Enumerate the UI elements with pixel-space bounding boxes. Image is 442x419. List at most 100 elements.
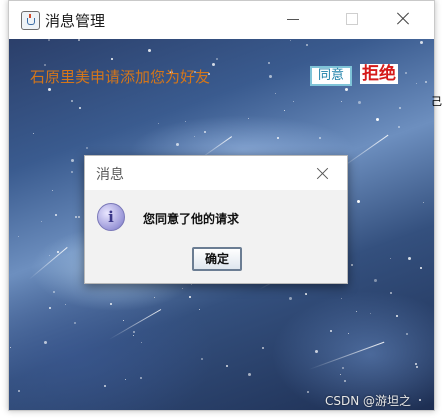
- meteor-streak: [28, 246, 68, 280]
- star: [422, 202, 424, 204]
- star: [344, 88, 348, 92]
- star: [248, 117, 250, 119]
- star: [65, 303, 67, 305]
- star: [396, 314, 399, 317]
- star: [133, 330, 136, 333]
- star: [284, 110, 286, 112]
- star: [376, 118, 380, 122]
- star: [274, 92, 276, 94]
- star: [341, 101, 343, 103]
- star: [267, 62, 270, 65]
- star: [158, 123, 160, 125]
- star: [339, 373, 341, 375]
- agree-button[interactable]: 同意: [310, 66, 352, 86]
- dialog-title: 消息: [96, 167, 124, 183]
- message-dialog: 消息 i 您同意了他的请求 确定: [84, 155, 348, 284]
- star: [306, 390, 309, 393]
- star: [351, 263, 354, 266]
- star: [277, 137, 280, 140]
- star: [389, 291, 392, 294]
- star: [78, 39, 81, 42]
- star: [71, 100, 74, 103]
- star: [405, 71, 408, 74]
- star: [416, 83, 418, 85]
- star: [269, 75, 273, 79]
- star: [79, 107, 82, 110]
- star: [124, 379, 126, 381]
- star: [344, 379, 347, 382]
- star: [370, 312, 372, 314]
- star: [420, 40, 424, 44]
- star: [43, 341, 47, 345]
- star: [141, 342, 143, 344]
- star: [18, 390, 21, 393]
- star: [71, 170, 74, 173]
- star: [182, 288, 184, 290]
- star: [41, 221, 43, 223]
- reject-button[interactable]: 拒绝: [360, 64, 398, 84]
- star: [49, 307, 52, 310]
- star: [262, 346, 265, 349]
- star: [342, 367, 345, 370]
- star: [340, 298, 342, 300]
- star: [74, 215, 77, 218]
- window-titlebar: 消息管理: [9, 1, 434, 39]
- star: [133, 335, 135, 337]
- star: [288, 296, 292, 300]
- star: [139, 376, 142, 379]
- star: [293, 100, 295, 102]
- star: [314, 350, 318, 354]
- star: [200, 358, 203, 361]
- star: [211, 63, 215, 67]
- star: [248, 373, 252, 377]
- star: [77, 216, 80, 219]
- star: [154, 296, 156, 298]
- star: [198, 309, 200, 311]
- star: [204, 130, 207, 133]
- dialog-titlebar: 消息: [85, 156, 347, 190]
- maximize-button[interactable]: [329, 1, 375, 39]
- star: [357, 100, 361, 104]
- star: [406, 332, 409, 335]
- info-icon: i: [97, 203, 125, 231]
- star: [415, 366, 418, 368]
- minimize-button[interactable]: [271, 1, 317, 39]
- star: [175, 142, 179, 146]
- star: [73, 321, 76, 324]
- star: [357, 200, 361, 204]
- clipped-label: 己: [431, 95, 442, 108]
- star: [355, 311, 357, 312]
- friend-request-text: 石原里美申请添加您为好友: [30, 68, 211, 86]
- star: [419, 266, 422, 269]
- star: [419, 399, 422, 402]
- star: [225, 364, 228, 367]
- star: [189, 295, 192, 298]
- star: [185, 121, 187, 123]
- star: [85, 146, 88, 149]
- star: [48, 254, 50, 256]
- meteor-streak: [108, 309, 162, 340]
- star: [147, 49, 151, 53]
- star: [190, 284, 192, 286]
- csdn-watermark: CSDN @游坦之: [325, 394, 412, 408]
- star: [390, 258, 392, 260]
- dialog-close-icon[interactable]: [311, 162, 335, 184]
- star: [425, 80, 428, 83]
- star: [290, 40, 292, 42]
- star: [32, 132, 34, 134]
- meteor-streak: [308, 341, 385, 370]
- star: [373, 278, 377, 282]
- star: [415, 363, 418, 366]
- star: [10, 347, 12, 349]
- star: [51, 189, 53, 191]
- close-window-button[interactable]: [381, 1, 427, 39]
- java-app-icon: [21, 11, 40, 30]
- window-title: 消息管理: [45, 12, 106, 30]
- dialog-message: 您同意了他的请求: [143, 212, 240, 226]
- ok-button[interactable]: 确定: [192, 247, 242, 271]
- star: [306, 43, 309, 46]
- star: [318, 136, 321, 139]
- star: [305, 292, 308, 295]
- star: [104, 384, 107, 387]
- star: [348, 332, 350, 334]
